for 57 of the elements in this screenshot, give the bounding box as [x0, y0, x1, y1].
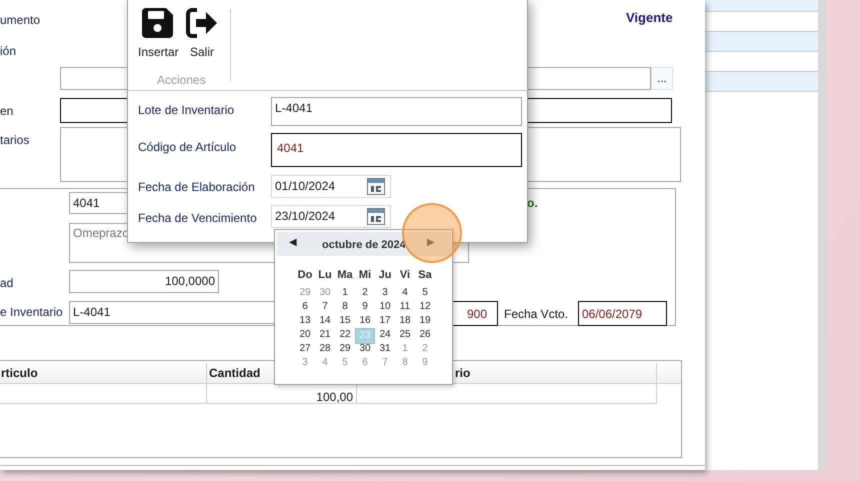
- field-label: en: [0, 103, 14, 119]
- field-label: Fecha de Vencimiento: [138, 210, 257, 226]
- text-field[interactable]: L-4041: [271, 97, 522, 126]
- column-header[interactable]: rio: [453, 363, 657, 384]
- weekday-label: Sa: [417, 268, 433, 283]
- weekday-label: Vi: [398, 268, 412, 283]
- calendar-icon[interactable]: [367, 208, 385, 225]
- calendar-day[interactable]: 7: [315, 300, 335, 314]
- calendar-day[interactable]: 3: [375, 286, 395, 300]
- calendar-day[interactable]: 18: [395, 314, 415, 328]
- field-label: tarios: [0, 132, 30, 148]
- toolbar-group-label: Acciones: [157, 72, 206, 88]
- status-label: Vigente: [626, 10, 673, 26]
- exit-icon: [186, 7, 218, 39]
- calendar-day[interactable]: 26: [415, 328, 435, 342]
- weekday-label: Do: [296, 268, 314, 283]
- calendar-day[interactable]: 21: [315, 328, 335, 342]
- text-field[interactable]: 4041: [271, 133, 522, 167]
- previous-month-button[interactable]: ◀: [289, 236, 297, 250]
- calendar-day[interactable]: 5: [415, 286, 435, 300]
- weekday-label: Lu: [317, 268, 333, 283]
- field-label: Código de Artículo: [138, 139, 236, 155]
- calendar-day[interactable]: 22: [335, 328, 355, 342]
- save-icon: [142, 7, 174, 39]
- calendar-day[interactable]: 1: [335, 286, 355, 300]
- field-label: umento: [0, 12, 40, 28]
- calendar-day[interactable]: 2: [355, 286, 375, 300]
- calendar-day[interactable]: 11: [395, 300, 415, 314]
- text-field[interactable]: 100,0000: [69, 270, 219, 293]
- browse-button[interactable]: ...: [651, 67, 673, 90]
- field-label: ad: [0, 275, 14, 291]
- field-label: e Inventario: [0, 304, 63, 320]
- calendar-day[interactable]: 31: [375, 342, 395, 356]
- calendar-icon[interactable]: [367, 178, 385, 195]
- calendar-day[interactable]: 4: [395, 286, 415, 300]
- calendar-day[interactable]: 25: [395, 328, 415, 342]
- calendar-day[interactable]: 8: [335, 300, 355, 314]
- calendar-day[interactable]: 30: [355, 342, 375, 356]
- calendar-day[interactable]: 27: [295, 342, 315, 356]
- calendar-day[interactable]: 10: [375, 300, 395, 314]
- calendar-day[interactable]: 29: [335, 342, 355, 356]
- field-label: Fecha Vcto.: [504, 306, 568, 322]
- toolbar-button[interactable]: Salir: [186, 7, 218, 61]
- calendar-day[interactable]: 28: [315, 342, 335, 356]
- weekday-label: Ma: [336, 268, 354, 283]
- calendar-day[interactable]: 20: [295, 328, 315, 342]
- field-label: Lote de Inventario: [138, 102, 234, 118]
- calendar-day[interactable]: 6: [295, 300, 315, 314]
- date-field[interactable]: 06/06/2079: [578, 301, 667, 326]
- field-label: ión: [0, 43, 16, 59]
- calendar-day[interactable]: 24: [375, 328, 395, 342]
- toolbar-button[interactable]: Insertar: [138, 7, 179, 61]
- field-label: Fecha de Elaboración: [138, 179, 255, 195]
- weekday-label: Ju: [378, 268, 392, 283]
- weekday-label: Mi: [358, 268, 372, 283]
- column-header[interactable]: rticulo: [0, 363, 207, 384]
- calendar-day[interactable]: 17: [375, 314, 395, 328]
